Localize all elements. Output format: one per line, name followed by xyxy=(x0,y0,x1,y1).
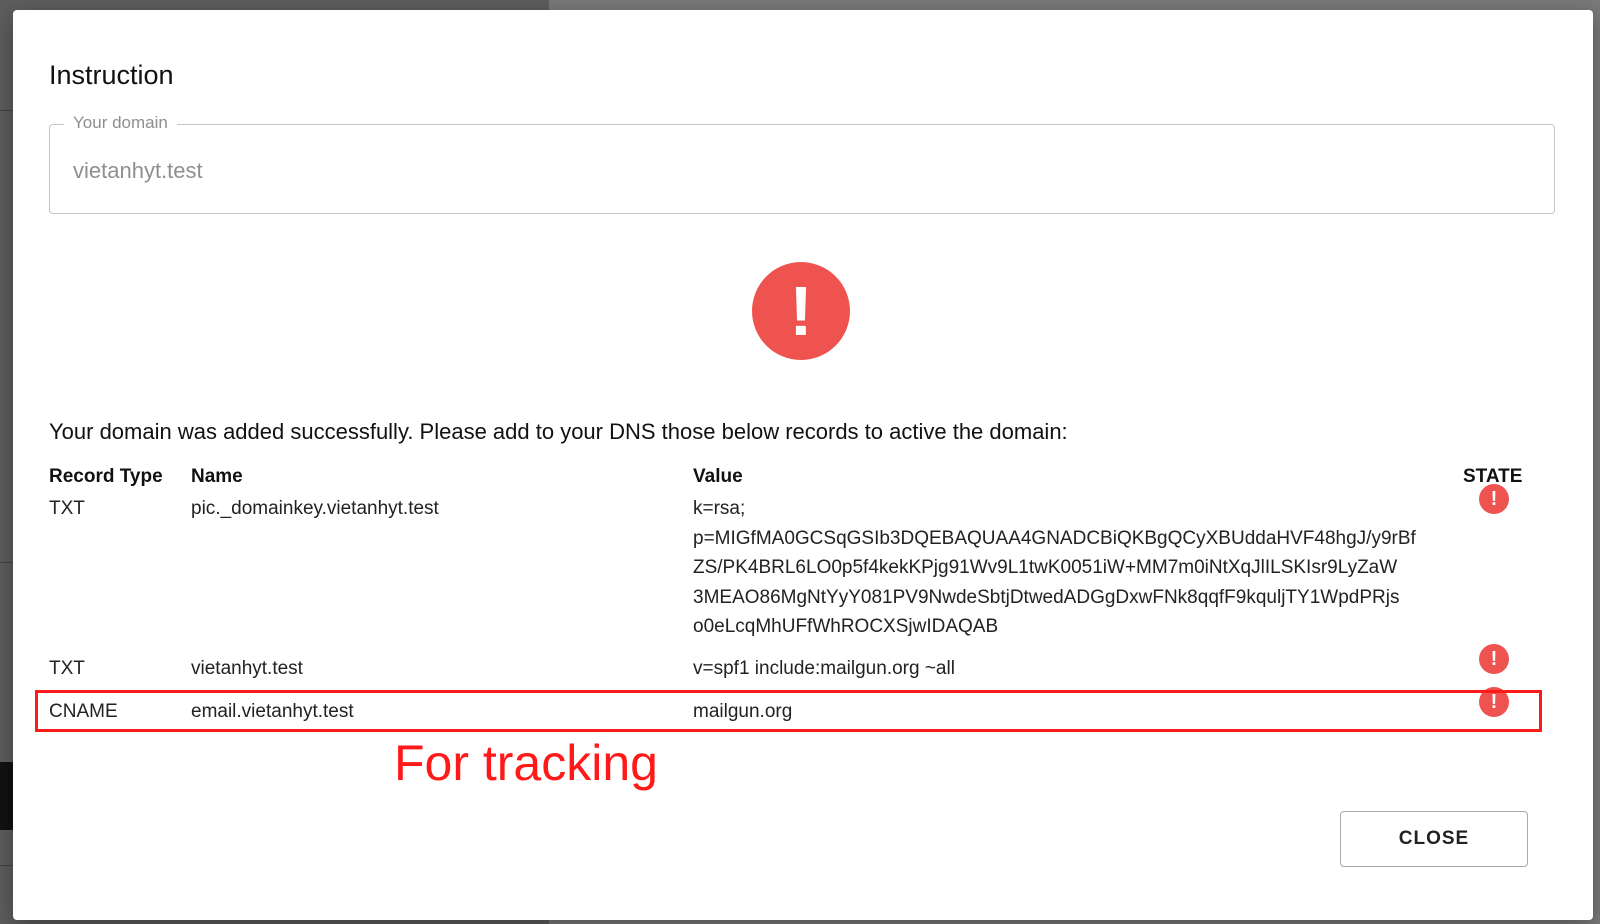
domain-field-label: Your domain xyxy=(64,113,177,133)
instruction-dialog: Instruction Your domain vietanhyt.test !… xyxy=(13,10,1593,920)
dialog-title: Instruction xyxy=(49,60,174,90)
value-line: p=MIGfMA0GCSqGSIb3DQEBAQUAA4GNADCBiQKBgQ… xyxy=(693,527,1416,549)
domain-field-value[interactable]: vietanhyt.test xyxy=(73,158,203,184)
table-cell-name: vietanhyt.test xyxy=(191,658,303,679)
exclamation-circle-icon: ! xyxy=(752,262,850,360)
value-line: 3MEAO86MgNtYyY081PV9NwdeSbtjDtwedADGgDxw… xyxy=(693,586,1400,608)
backdrop-divider xyxy=(0,865,14,866)
close-button[interactable]: CLOSE xyxy=(1340,811,1528,867)
table-cell-name: pic._domainkey.vietanhyt.test xyxy=(191,498,439,519)
table-cell-record-type: TXT xyxy=(49,658,85,679)
value-line: ZS/PK4BRL6LO0p5f4kekKPjg91Wv9L1twK0051iW… xyxy=(693,557,1398,578)
column-header-record-type: Record Type xyxy=(49,466,163,487)
backdrop-divider xyxy=(0,562,14,563)
table-cell-value: v=spf1 include:mailgun.org ~all xyxy=(693,658,955,679)
annotation-text: For tracking xyxy=(394,735,658,791)
column-header-name: Name xyxy=(191,466,243,487)
instruction-message: Your domain was added successfully. Plea… xyxy=(49,419,1068,444)
value-line: k=rsa; xyxy=(693,498,746,519)
table-cell-record-type: TXT xyxy=(49,498,85,519)
domain-field[interactable]: Your domain vietanhyt.test xyxy=(49,113,1555,214)
exclamation-circle-icon: ! xyxy=(1479,644,1509,674)
exclamation-circle-icon: ! xyxy=(1479,484,1509,514)
table-cell-value: k=rsa; p=MIGfMA0GCSqGSIb3DQEBAQUAA4GNADC… xyxy=(693,494,1483,642)
column-header-value: Value xyxy=(693,466,743,487)
highlight-annotation-box xyxy=(35,690,1542,732)
backdrop-divider xyxy=(0,110,14,111)
value-line: o0eLcqMhUFfWhROCXSjwIDAQAB xyxy=(693,616,999,637)
